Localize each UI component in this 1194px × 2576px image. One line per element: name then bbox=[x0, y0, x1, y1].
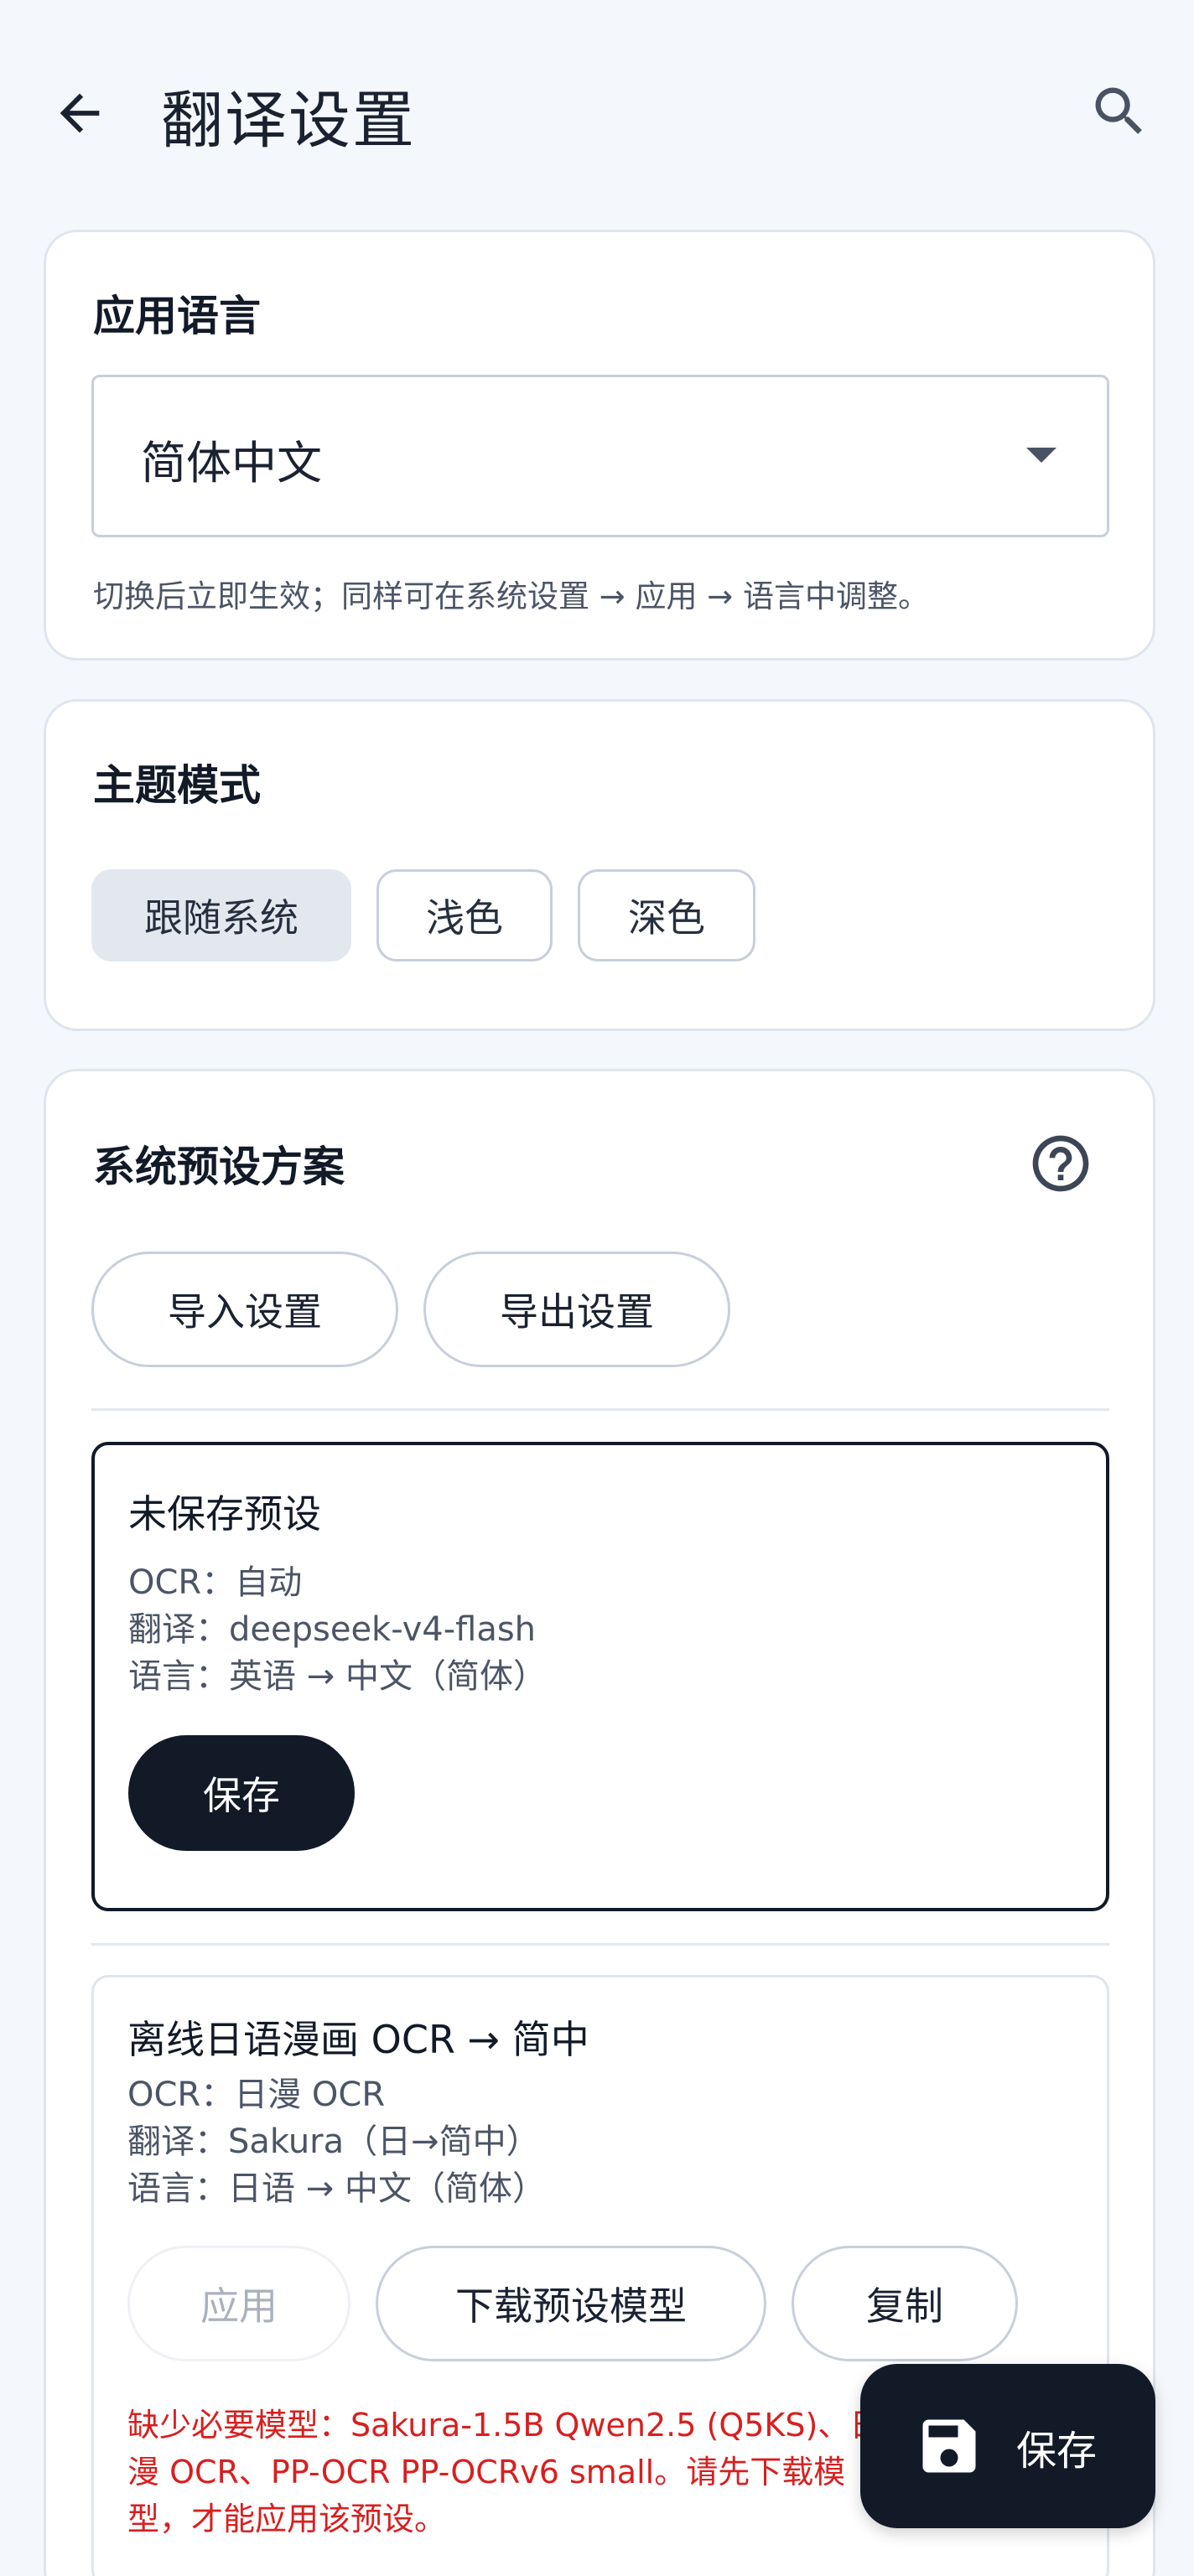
preset-card-unsaved[interactable]: 未保存预设 OCR：自动 翻译：deepseek-v4-flash 语言：英语 … bbox=[91, 1442, 1109, 1911]
save-preset-button[interactable]: 保存 bbox=[128, 1735, 355, 1851]
theme-title: 主题模式 bbox=[93, 761, 261, 810]
export-settings-button[interactable]: 导出设置 bbox=[423, 1252, 730, 1367]
fab-save-label: 保存 bbox=[1016, 2428, 1098, 2475]
presets-card: 系统预设方案 导入设置 导出设置 未保存预设 OCR：自动 翻译：deepsee… bbox=[44, 1069, 1155, 2576]
missing-models-warning: 缺少必要模型：Sakura-1.5B Qwen2.5 (Q5KS)、日漫 OCR… bbox=[127, 2407, 882, 2537]
arrow-left-icon bbox=[60, 93, 100, 133]
help-circle-icon bbox=[1032, 1135, 1089, 1192]
back-button[interactable] bbox=[42, 75, 117, 151]
language-dropdown[interactable]: 简体中文 bbox=[91, 375, 1109, 537]
app-language-title: 应用语言 bbox=[93, 292, 261, 340]
import-settings-button[interactable]: 导入设置 bbox=[91, 1252, 398, 1367]
language-dropdown-value: 简体中文 bbox=[141, 437, 322, 490]
apply-preset-button[interactable]: 应用 bbox=[127, 2246, 350, 2361]
preset-translate: 翻译：Sakura（日→简中） bbox=[127, 2122, 540, 2161]
theme-chip-system[interactable]: 跟随系统 bbox=[91, 869, 351, 961]
help-button[interactable] bbox=[1027, 1130, 1094, 1197]
preset-ocr: OCR：日漫 OCR bbox=[127, 2076, 386, 2114]
copy-preset-button[interactable]: 复制 bbox=[792, 2246, 1018, 2361]
search-button[interactable] bbox=[1082, 74, 1157, 149]
top-app-bar: 翻译设置 bbox=[0, 0, 1194, 226]
preset-ocr: OCR：自动 bbox=[128, 1563, 303, 1602]
presets-title: 系统预设方案 bbox=[93, 1143, 345, 1191]
preset-name: 离线日语漫画 OCR → 简中 bbox=[127, 2017, 589, 2062]
preset-language: 语言：日语 → 中文（简体） bbox=[127, 2169, 546, 2208]
preset-language: 语言：英语 → 中文（简体） bbox=[128, 1657, 547, 1696]
theme-chip-light[interactable]: 浅色 bbox=[376, 869, 553, 961]
download-preset-models-button[interactable]: 下载预设模型 bbox=[376, 2246, 766, 2361]
divider bbox=[91, 1408, 1109, 1411]
divider bbox=[91, 1943, 1109, 1946]
preset-translate: 翻译：deepseek-v4-flash bbox=[128, 1610, 537, 1649]
preset-name: 未保存预设 bbox=[128, 1491, 321, 1537]
language-helper-text: 切换后立即生效；同样可在系统设置 → 应用 → 语言中调整。 bbox=[93, 578, 930, 614]
app-language-card: 应用语言 简体中文 切换后立即生效；同样可在系统设置 → 应用 → 语言中调整。 bbox=[44, 230, 1155, 661]
floppy-disk-icon bbox=[922, 2419, 976, 2473]
fab-save-button[interactable]: 保存 bbox=[860, 2364, 1155, 2528]
search-icon bbox=[1095, 87, 1142, 134]
theme-card: 主题模式 跟随系统 浅色 深色 bbox=[44, 699, 1155, 1031]
theme-chip-dark[interactable]: 深色 bbox=[578, 869, 755, 961]
dropdown-caret-icon bbox=[1026, 448, 1056, 463]
page-title: 翻译设置 bbox=[161, 85, 416, 157]
